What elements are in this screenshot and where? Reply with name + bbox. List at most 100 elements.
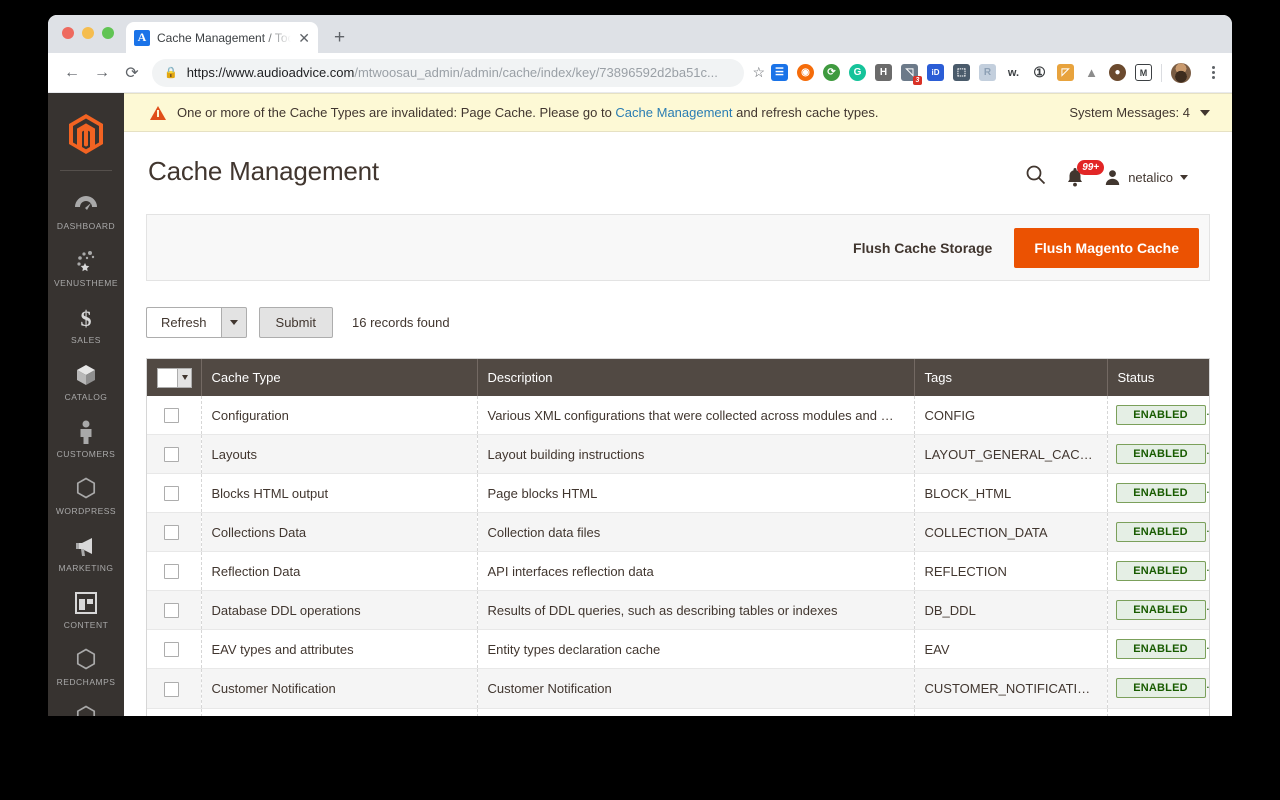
reload-icon[interactable]: ⟳ [118,59,146,87]
row-checkbox[interactable] [164,642,179,657]
minimize-window-button[interactable] [82,27,94,39]
address-bar[interactable]: 🔒 https://www.audioadvice.com/mtwoosau_a… [152,59,744,87]
system-message-bar: One or more of the Cache Types are inval… [124,93,1232,132]
sidebar-item-redchamps[interactable]: REDCHAMPS [48,639,124,696]
dollar-icon: $ [50,305,122,331]
sidebar-item-marketing[interactable]: MARKETING [48,525,124,582]
new-tab-button[interactable]: + [334,28,345,47]
row-checkbox-cell[interactable] [147,513,201,552]
table-row[interactable]: EAV types and attributesEntity types dec… [147,630,1209,669]
info-extension-icon[interactable]: ① [1031,64,1048,81]
system-message-text: One or more of the Cache Types are inval… [177,105,1069,120]
cache-management-link[interactable]: Cache Management [615,105,732,120]
back-icon[interactable]: ← [58,59,86,87]
chevron-down-icon [1180,175,1188,180]
tag-assistant-extension-icon[interactable]: ⬚ [953,64,970,81]
sidebar-item-label: MARKETING [50,563,122,573]
close-tab-icon[interactable]: ✕ [298,31,310,45]
row-checkbox[interactable] [164,447,179,462]
sidebar-item-content[interactable]: CONTENT [48,582,124,639]
row-checkbox-cell[interactable] [147,552,201,591]
wappalyzer-extension-icon[interactable]: w. [1005,64,1022,81]
cell-status: ENABLED [1107,591,1209,630]
m-extension-icon[interactable]: M [1135,64,1152,81]
table-row[interactable]: ConfigurationVarious XML configurations … [147,396,1209,435]
sidebar-item-dashboard[interactable]: DASHBOARD [48,183,124,240]
table-row[interactable]: LayoutsLayout building instructionsLAYOU… [147,435,1209,474]
system-messages-toggle[interactable]: System Messages: 4 [1069,105,1210,120]
sidebar-item-customers[interactable]: CUSTOMERS [48,411,124,468]
user-menu[interactable]: netalico [1104,169,1188,186]
row-checkbox[interactable] [164,603,179,618]
table-row[interactable]: Customer NotificationCustomer Notificati… [147,669,1209,708]
bookmark-manager-extension-icon[interactable]: ☰ [771,64,788,81]
cell-description: Page blocks HTML [477,474,914,513]
maximize-window-button[interactable] [102,27,114,39]
column-header-status[interactable]: Status [1107,359,1209,396]
search-icon[interactable] [1025,164,1046,190]
row-checkbox-cell[interactable] [147,591,201,630]
r-extension-icon[interactable]: R [979,64,996,81]
hexagon-icon [50,647,122,673]
close-window-button[interactable] [62,27,74,39]
select-all-checkbox[interactable] [157,368,177,388]
forward-icon[interactable]: → [88,59,116,87]
table-row[interactable]: Blocks HTML outputPage blocks HTMLBLOCK_… [147,474,1209,513]
submit-button[interactable]: Submit [259,307,333,338]
grid-body: ConfigurationVarious XML configurations … [147,396,1209,758]
column-header-description[interactable]: Description [477,359,914,396]
drive-extension-icon[interactable]: ▲ [1083,64,1100,81]
mass-action-select[interactable]: Refresh [146,307,247,338]
refresh-extension-icon[interactable]: ⟳ [823,64,840,81]
cell-description: Customer Notification [477,669,914,708]
sparkle-icon [50,248,122,274]
records-found-label: 16 records found [352,315,450,330]
row-checkbox-cell[interactable] [147,396,201,435]
page-extension-icon[interactable]: ◸ [1057,64,1074,81]
table-row[interactable]: Database DDL operationsResults of DDL qu… [147,591,1209,630]
sidebar-item-catalog[interactable]: CATALOG [48,354,124,411]
page-title: Cache Management [148,156,1025,187]
bookmark-star-icon[interactable]: ☆ [752,64,765,81]
cookie-extension-icon[interactable]: ● [1109,64,1126,81]
select-all-arrow[interactable] [177,368,192,388]
flush-magento-cache-button[interactable]: Flush Magento Cache [1014,228,1199,268]
row-checkbox-cell[interactable] [147,669,201,708]
select-all-dropdown[interactable] [157,368,192,388]
cell-cache-type: Layouts [201,435,477,474]
row-checkbox[interactable] [164,486,179,501]
screenshot-extension-icon[interactable]: ◹3 [901,64,918,81]
mass-action-label[interactable]: Refresh [146,307,221,338]
row-checkbox[interactable] [164,525,179,540]
row-checkbox-cell[interactable] [147,474,201,513]
tab-favicon: A [134,30,150,46]
magento-logo[interactable] [48,103,124,170]
row-checkbox[interactable] [164,408,179,423]
sidebar-item-label: SALES [50,335,122,345]
flush-cache-storage-button[interactable]: Flush Cache Storage [853,240,992,256]
browser-tab-strip: A Cache Management / Tools / S ✕ + [48,15,1232,53]
column-header-tags[interactable]: Tags [914,359,1107,396]
row-checkbox[interactable] [164,564,179,579]
colorzilla-extension-icon[interactable]: ◉ [797,64,814,81]
chrome-menu-icon[interactable] [1204,66,1222,79]
cell-cache-type: Reflection Data [201,552,477,591]
notifications-button[interactable]: 99+ [1066,167,1084,187]
browser-tab[interactable]: A Cache Management / Tools / S ✕ [126,22,318,53]
row-checkbox-cell[interactable] [147,435,201,474]
cell-tags: LAYOUT_GENERAL_CACHE_TAG [914,435,1107,474]
table-row[interactable]: Reflection DataAPI interfaces reflection… [147,552,1209,591]
grammarly-extension-icon[interactable]: G [849,64,866,81]
sidebar-item-label: VENUSTHEME [50,278,122,288]
id-extension-icon[interactable]: iD [927,64,944,81]
row-checkbox-cell[interactable] [147,630,201,669]
row-checkbox[interactable] [164,682,179,697]
hubspot-extension-icon[interactable]: H [875,64,892,81]
sidebar-item-sales[interactable]: $ SALES [48,297,124,354]
sidebar-item-wordpress[interactable]: WORDPRESS [48,468,124,525]
profile-avatar[interactable] [1171,63,1191,83]
sidebar-item-venustheme[interactable]: VENUSTHEME [48,240,124,297]
mass-action-dropdown-arrow[interactable] [221,307,247,338]
table-row[interactable]: Collections DataCollection data filesCOL… [147,513,1209,552]
column-header-cache-type[interactable]: Cache Type [201,359,477,396]
